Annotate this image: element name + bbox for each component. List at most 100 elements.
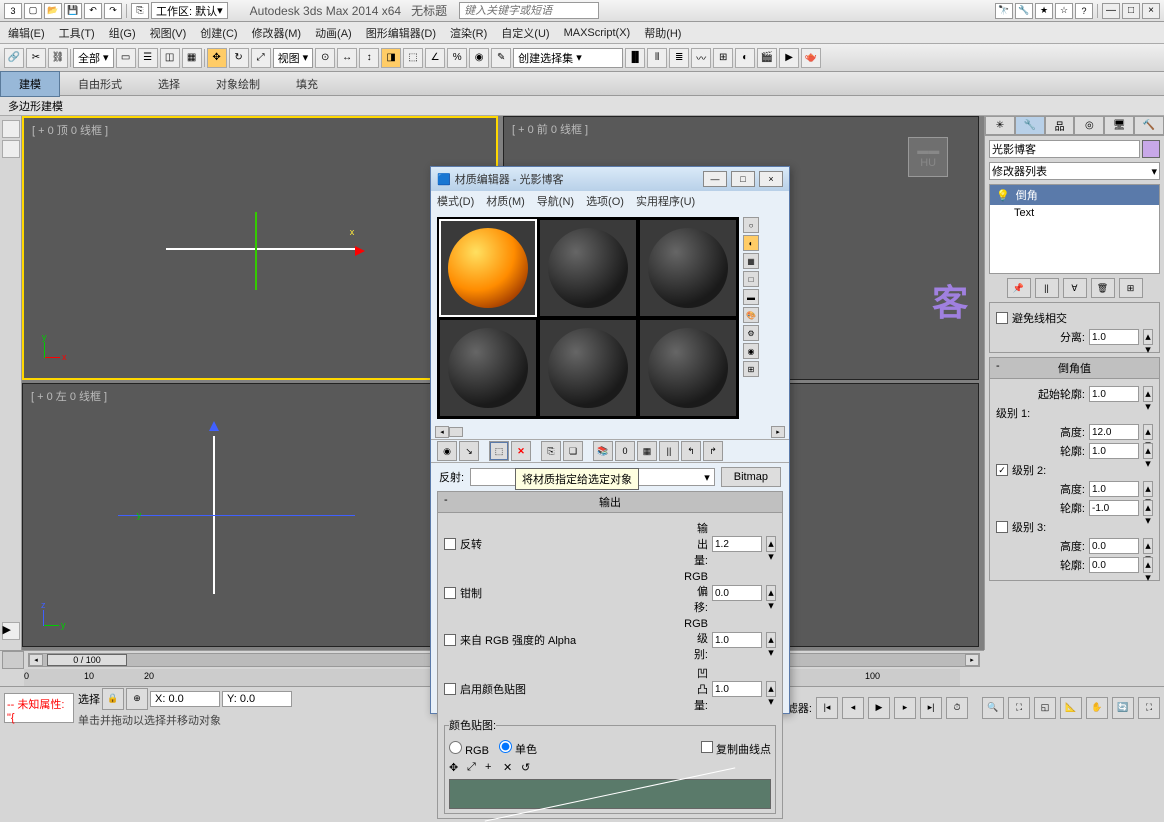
viewport-left[interactable]: [ + 0 左 0 线框 ] y yz <box>22 383 498 647</box>
menu-grapheditors[interactable]: 图形编辑器(D) <box>366 25 436 41</box>
level3-checkbox[interactable] <box>996 521 1008 533</box>
pivot-icon[interactable]: ⊙ <box>315 48 335 68</box>
curve-scale-icon[interactable]: ⤢ <box>467 761 483 777</box>
curve-editor-icon[interactable]: 〰 <box>691 48 711 68</box>
material-id-icon[interactable]: 0 <box>615 441 635 461</box>
tab-objectpaint[interactable]: 对象绘制 <box>198 72 278 96</box>
curve-graph[interactable] <box>449 779 771 809</box>
matmenu-navigate[interactable]: 导航(N) <box>537 193 574 209</box>
color-swatch[interactable] <box>1142 140 1160 158</box>
cmd-tab-utilities[interactable]: 🔨 <box>1134 116 1164 135</box>
matmenu-mode[interactable]: 模式(D) <box>437 193 474 209</box>
matmenu-material[interactable]: 材质(M) <box>486 193 525 209</box>
zoom-extents-icon[interactable]: ◱ <box>1034 697 1056 719</box>
modifier-stack[interactable]: 💡倒角 Text <box>989 184 1160 274</box>
cmd-tab-hierarchy[interactable]: 品 <box>1045 116 1075 135</box>
timeline-config-icon[interactable] <box>2 651 24 669</box>
curve-delete-icon[interactable]: ✕ <box>503 761 519 777</box>
tab-populate[interactable]: 填充 <box>278 72 336 96</box>
type-button[interactable]: Bitmap <box>721 467 781 487</box>
unique-icon[interactable]: ∀ <box>1063 278 1087 298</box>
coord-system-dropdown[interactable]: 视图 ▾ <box>273 48 314 68</box>
move-icon[interactable]: ✥ <box>207 48 227 68</box>
selection-filter-dropdown[interactable]: 全部 ▾ <box>73 48 114 68</box>
named-selection-dropdown[interactable]: 创建选择集 ▾ <box>513 48 623 68</box>
rgb-offset-spinner[interactable] <box>712 585 762 601</box>
tab-freeform[interactable]: 自由形式 <box>60 72 140 96</box>
output-rollout-header[interactable]: 输出 <box>438 492 782 513</box>
open-icon[interactable]: 📂 <box>44 3 62 19</box>
menu-view[interactable]: 视图(V) <box>150 25 187 41</box>
make-preview-icon[interactable]: 🎨 <box>743 307 759 323</box>
sample-type-icon[interactable]: ○ <box>743 217 759 233</box>
separate-spinner[interactable] <box>1089 329 1139 345</box>
menu-edit[interactable]: 编辑(E) <box>8 25 45 41</box>
rotate-icon[interactable]: ↻ <box>229 48 249 68</box>
save-icon[interactable]: 💾 <box>64 3 82 19</box>
curve-add-icon[interactable]: + <box>485 761 501 777</box>
material-slot-2[interactable] <box>539 219 637 317</box>
schematic-icon[interactable]: ⊞ <box>713 48 733 68</box>
vp-btn1[interactable] <box>2 120 20 138</box>
menu-group[interactable]: 组(G) <box>109 25 136 41</box>
undo-icon[interactable]: ↶ <box>84 3 102 19</box>
favorite-icon[interactable]: ☆ <box>1055 3 1073 19</box>
snap-icon[interactable]: ⬚ <box>403 48 423 68</box>
mat-map-nav-icon[interactable]: ⊞ <box>743 361 759 377</box>
link-icon[interactable]: ⎘ <box>131 3 149 19</box>
remove-mod-icon[interactable]: 🗑 <box>1091 278 1115 298</box>
redo-icon[interactable]: ↷ <box>104 3 122 19</box>
modifier-list-dropdown[interactable]: 修改器列表▾ <box>989 162 1160 180</box>
cmd-tab-create[interactable]: ✳ <box>985 116 1015 135</box>
dialog-minimize-button[interactable]: — <box>703 171 727 187</box>
material-slot-6[interactable] <box>639 319 737 417</box>
next-frame-icon[interactable]: ▸ <box>894 697 916 719</box>
menu-maxscript[interactable]: MAXScript(X) <box>564 27 631 39</box>
cmd-tab-modify[interactable]: 🔧 <box>1015 116 1045 135</box>
curve-reset-icon[interactable]: ↺ <box>521 761 537 777</box>
assign-to-selection-icon[interactable]: ⬚ <box>489 441 509 461</box>
start-outline-spinner[interactable] <box>1089 386 1139 402</box>
select-icon[interactable]: ▭ <box>116 48 136 68</box>
prev-key-icon[interactable]: |◂ <box>816 697 838 719</box>
matmenu-utilities[interactable]: 实用程序(U) <box>636 193 695 209</box>
maximize-button[interactable]: □ <box>1122 3 1140 19</box>
app-icon[interactable]: 3 <box>4 3 22 19</box>
clamp-checkbox[interactable] <box>444 587 456 599</box>
next-key-icon[interactable]: ▸| <box>920 697 942 719</box>
menu-create[interactable]: 创建(C) <box>200 25 237 41</box>
rgb-radio[interactable] <box>449 741 462 754</box>
align-icon[interactable]: ⫴ <box>647 48 667 68</box>
play-icon[interactable]: ▶ <box>868 697 890 719</box>
go-parent-icon[interactable]: ↰ <box>681 441 701 461</box>
dialog-maximize-button[interactable]: □ <box>731 171 755 187</box>
search-input[interactable] <box>459 2 599 19</box>
options-icon[interactable]: ⚙ <box>743 325 759 341</box>
put-to-library-icon[interactable]: 📚 <box>593 441 613 461</box>
time-config-icon[interactable]: ⏱ <box>946 697 968 719</box>
key-icon[interactable]: 🔧 <box>1015 3 1033 19</box>
sample-uv-icon[interactable]: □ <box>743 271 759 287</box>
restrict-y-icon[interactable]: ↕ <box>359 48 379 68</box>
zoom-all-icon[interactable]: ⛶ <box>1008 697 1030 719</box>
spinner-snap-icon[interactable]: ◉ <box>469 48 489 68</box>
menu-animation[interactable]: 动画(A) <box>315 25 352 41</box>
unlink-tool-icon[interactable]: ✂ <box>26 48 46 68</box>
tab-modeling[interactable]: 建模 <box>0 71 60 97</box>
maximize-vp-icon[interactable]: ⛶ <box>1138 697 1160 719</box>
dialog-titlebar[interactable]: 🟦 材质编辑器 - 光影博客 — □ × <box>431 167 789 191</box>
invert-checkbox[interactable] <box>444 538 456 550</box>
lock-icon[interactable]: 🔒 <box>102 688 124 710</box>
put-to-scene-icon[interactable]: ↘ <box>459 441 479 461</box>
outline1-spinner[interactable] <box>1089 443 1139 459</box>
material-slot-1[interactable] <box>439 219 537 317</box>
get-material-icon[interactable]: ◉ <box>437 441 457 461</box>
angle-snap-icon[interactable]: ∠ <box>425 48 445 68</box>
layers-icon[interactable]: ≣ <box>669 48 689 68</box>
height3-spinner[interactable] <box>1089 538 1139 554</box>
workspace-dropdown[interactable]: 工作区: 默认 ▾ <box>151 2 228 19</box>
make-unique-icon[interactable]: ❏ <box>563 441 583 461</box>
material-icon[interactable]: ◐ <box>735 48 755 68</box>
edit-named-sel-icon[interactable]: ✎ <box>491 48 511 68</box>
scale-icon[interactable]: ⤢ <box>251 48 271 68</box>
